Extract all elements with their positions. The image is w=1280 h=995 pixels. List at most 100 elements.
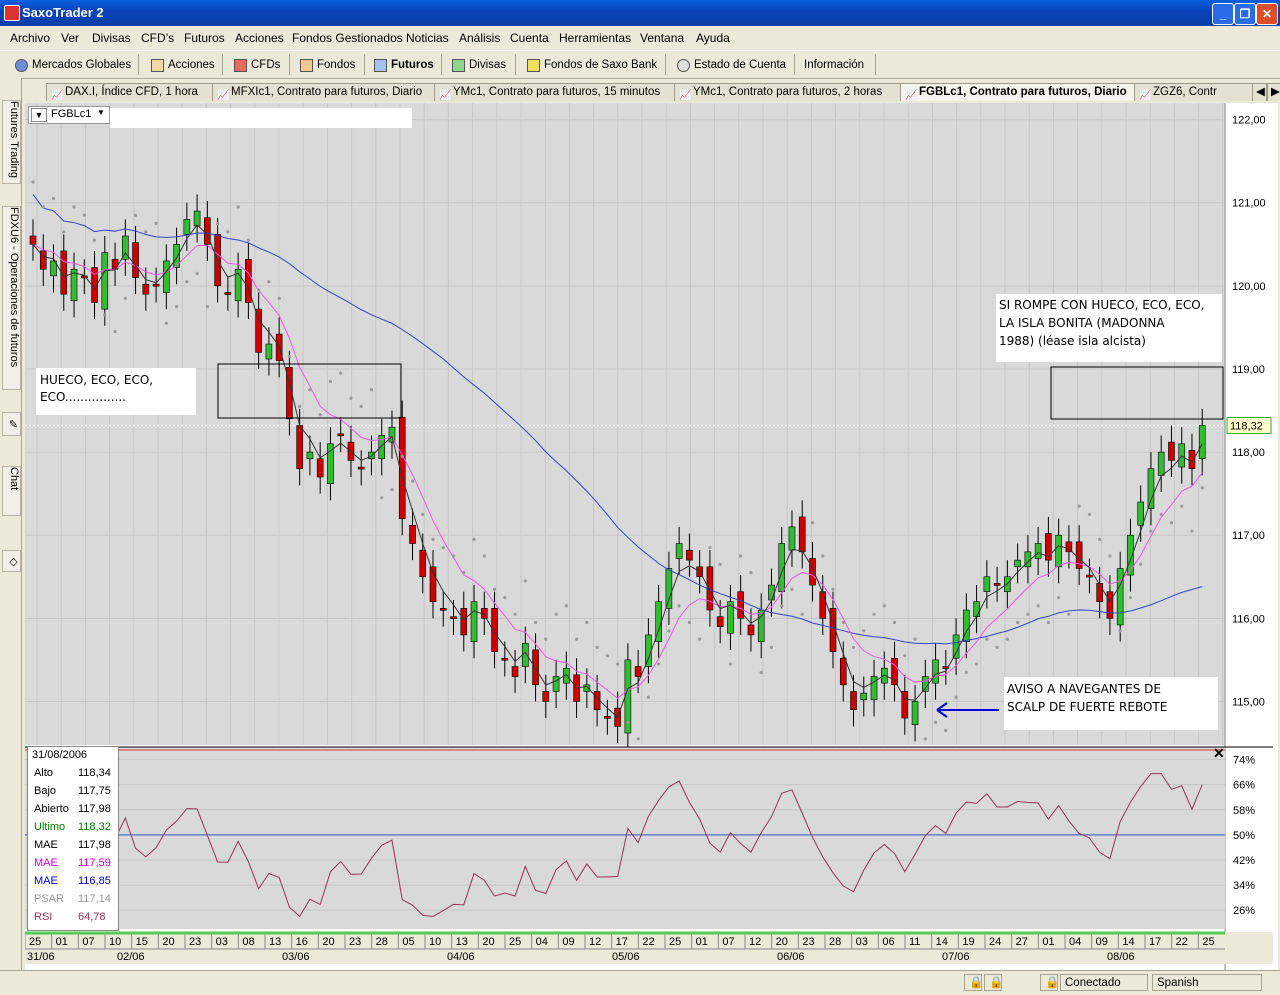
- psar-dot: [133, 213, 138, 217]
- price-chart[interactable]: 122,00 121,00 120,00 119,00 118,00 117,00 116,…: [25, 103, 1278, 975]
- stocks-icon: [151, 59, 164, 72]
- symbol-label: FGBLc1: [51, 108, 92, 120]
- psar-dot: [390, 487, 394, 492]
- toolbar-estado-cuenta[interactable]: Estado de Cuenta: [676, 56, 786, 74]
- chart-menu-button[interactable]: ▼: [31, 108, 47, 122]
- tab-label: ZGZ6, Contr: [1153, 86, 1217, 98]
- minimize-button[interactable]: _: [1212, 3, 1234, 25]
- toolbar-fondos[interactable]: Fondos: [299, 56, 355, 74]
- psar-dot: [236, 205, 240, 209]
- info-row: Abierto 117,98: [32, 803, 116, 820]
- date-label: 08: [242, 936, 254, 948]
- psar-dot: [595, 645, 599, 650]
- menu-ayuda[interactable]: Ayuda: [696, 31, 730, 45]
- menu-ver[interactable]: Ver: [61, 31, 79, 45]
- psar-dot: [1180, 504, 1184, 508]
- date-label: 13: [456, 936, 468, 948]
- notes-icon[interactable]: ◇: [2, 550, 21, 572]
- psar-dot: [574, 637, 579, 641]
- toolbar-label: Acciones: [168, 59, 215, 71]
- toolbar-mercados-globales[interactable]: Mercados Globales: [14, 56, 131, 74]
- tab-zgz6[interactable]: 📈 ZGZ6, Contr: [1134, 83, 1254, 101]
- psar-dot: [677, 604, 681, 608]
- toolbar-separator: [875, 54, 876, 75]
- candle: [532, 649, 539, 686]
- sidebar-chat[interactable]: Chat: [2, 466, 21, 516]
- toolbar-futuros[interactable]: Futuros: [373, 56, 434, 74]
- psar-dot: [380, 496, 384, 500]
- tab-ymc1-15m[interactable]: 📈 YMc1, Contrato para futuros, 15 minutos: [434, 83, 692, 101]
- pin-icon[interactable]: ✎: [2, 412, 21, 436]
- rsi-plot-area: [25, 747, 1225, 929]
- psar-dot: [749, 571, 753, 575]
- psar-dot: [359, 404, 363, 408]
- psar-dot: [185, 280, 189, 284]
- psar-dot: [1139, 562, 1143, 566]
- close-button[interactable]: ✕: [1256, 3, 1278, 25]
- date-label: 16: [296, 936, 308, 948]
- psar-dot: [154, 221, 158, 226]
- psar-dot: [174, 305, 179, 309]
- maximize-button[interactable]: ❐: [1234, 3, 1256, 25]
- menu-divisas[interactable]: Divisas: [92, 31, 131, 45]
- menu-cuenta[interactable]: Cuenta: [510, 31, 549, 45]
- info-label: Bajo: [34, 785, 57, 797]
- sidebar-fdxu6[interactable]: FDXU6 - Operaciones de futuros: [2, 206, 21, 390]
- psar-dot: [41, 205, 45, 209]
- tab-scroll-right[interactable]: ▶: [1267, 83, 1280, 101]
- annotation-line: 1988) (léase isla alcista): [999, 334, 1146, 348]
- tab-ymc1-2h[interactable]: 📈 YMc1, Contrato para futuros, 2 horas: [674, 83, 918, 101]
- psar-dot: [349, 396, 353, 400]
- psar-dot: [31, 180, 35, 184]
- psar-dot: [872, 612, 876, 616]
- menu-futuros[interactable]: Futuros: [184, 31, 225, 45]
- sidebar-futures-trading[interactable]: Futures Trading: [2, 100, 21, 184]
- date-label: 15: [136, 936, 148, 948]
- candle: [224, 292, 232, 295]
- psar-dot: [1005, 637, 1009, 641]
- toolbar-informacion[interactable]: Información: [786, 56, 864, 74]
- toolbar-label: CFDs: [251, 59, 281, 71]
- date-label: 06: [882, 936, 894, 948]
- menu-fondos-gestionados[interactable]: Fondos Gestionados: [292, 31, 403, 45]
- candle: [1157, 451, 1165, 476]
- price-tick-label: 122,00: [1232, 115, 1266, 127]
- toolbar-cfds[interactable]: CFDs: [233, 56, 280, 74]
- annotation-line: SI ROMPE CON HUECO, ECO, ECO,: [999, 298, 1205, 312]
- menu-analisis[interactable]: Análisis: [459, 31, 500, 45]
- psar-dot: [1169, 521, 1174, 525]
- tab-fgblc1[interactable]: 📈 FGBLc1, Contrato para futuros, Diario: [900, 83, 1152, 101]
- psar-dot: [646, 695, 650, 699]
- tab-dax[interactable]: 📈 DAX.I, Índice CFD, 1 hora: [46, 83, 230, 101]
- candle: [798, 516, 806, 553]
- menu-archivo[interactable]: Archivo: [10, 31, 50, 45]
- menu-herramientas[interactable]: Herramientas: [559, 31, 631, 45]
- chevron-down-icon[interactable]: ▼: [97, 108, 105, 117]
- menu-noticias[interactable]: Noticias: [406, 31, 449, 45]
- psar-dot: [113, 329, 117, 334]
- date-label: 23: [802, 936, 814, 948]
- close-indicator-icon[interactable]: ✕: [1213, 745, 1225, 762]
- menu-ventana[interactable]: Ventana: [640, 31, 684, 45]
- rsi-tick-label: 42%: [1233, 855, 1255, 867]
- info-label: MAE: [34, 839, 58, 851]
- date-label: 10: [109, 936, 121, 948]
- toolbar-divisas[interactable]: Divisas: [451, 56, 506, 74]
- tab-scroll-left[interactable]: ◀: [1252, 83, 1267, 101]
- forex-icon: [452, 59, 465, 72]
- symbol-search-field[interactable]: [110, 108, 412, 128]
- menu-cfds[interactable]: CFD’s: [141, 31, 174, 45]
- psar-dot: [769, 645, 774, 650]
- candle: [552, 676, 560, 692]
- candle: [450, 616, 457, 619]
- candle: [768, 584, 775, 601]
- chart-pane[interactable]: 122,00 121,00 120,00 119,00 118,00 117,00 116,…: [25, 103, 1278, 975]
- toolbar-acciones[interactable]: Acciones: [150, 56, 215, 74]
- tab-mfxic1[interactable]: 📈 MFXIc1, Contrato para futuros, Diario: [212, 83, 452, 101]
- menu-acciones[interactable]: Acciones: [235, 31, 284, 45]
- candle: [193, 210, 201, 227]
- toolbar-fondos-saxo[interactable]: Fondos de Saxo Bank: [526, 56, 657, 74]
- sidebar: Futures Trading FDXU6 - Operaciones de f…: [0, 78, 22, 976]
- symbol-selector[interactable]: ▼ FGBLc1 ▼: [28, 106, 110, 124]
- candle: [1096, 583, 1103, 603]
